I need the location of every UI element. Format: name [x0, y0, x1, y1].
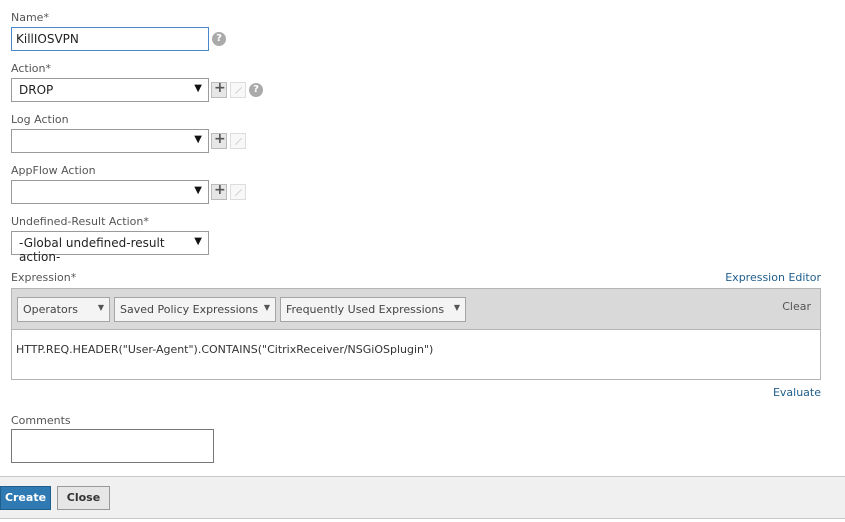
log-action-select[interactable]: ▼ [11, 129, 209, 153]
dropdown-arrow-icon: ▼ [194, 134, 202, 145]
undefined-result-select[interactable]: -Global undefined-result action- ▼ [11, 231, 209, 264]
action-select[interactable]: DROP ▼ [11, 78, 209, 102]
saved-policy-expressions-dropdown[interactable]: Saved Policy Expressions ▼ [114, 297, 276, 322]
dropdown-arrow-icon: ▼ [194, 83, 202, 94]
name-value: KillIOSVPN [16, 32, 79, 46]
operators-label: Operators [23, 303, 78, 316]
action-value: DROP [19, 83, 54, 97]
help-icon[interactable]: ? [249, 83, 263, 97]
help-icon[interactable]: ? [212, 32, 226, 46]
appflow-action-label: AppFlow Action [11, 164, 96, 177]
add-log-action-button[interactable] [211, 131, 227, 149]
footer-bar: Create Close [0, 476, 845, 519]
comments-input[interactable] [11, 429, 214, 463]
undefined-result-value: -Global undefined-result action- [19, 236, 165, 264]
expression-label: Expression* [11, 271, 77, 284]
expression-editor-link[interactable]: Expression Editor [725, 271, 821, 284]
undefined-result-label: Undefined-Result Action* [11, 215, 149, 228]
frequently-used-expressions-dropdown[interactable]: Frequently Used Expressions ▼ [280, 297, 466, 322]
appflow-action-select[interactable]: ▼ [11, 180, 209, 204]
dropdown-arrow-icon: ▼ [194, 236, 202, 247]
name-input[interactable]: KillIOSVPN [11, 27, 209, 51]
comments-label: Comments [11, 414, 71, 427]
edit-appflow-action-button[interactable] [230, 184, 246, 200]
edit-action-button[interactable] [230, 82, 246, 98]
saved-policy-label: Saved Policy Expressions [120, 303, 259, 316]
close-button[interactable]: Close [57, 486, 110, 510]
edit-log-action-button[interactable] [230, 133, 246, 149]
clear-button[interactable]: Clear [782, 300, 811, 313]
action-label: Action* [11, 62, 51, 75]
caret-down-icon: ▼ [263, 303, 270, 312]
frequent-expr-label: Frequently Used Expressions [286, 303, 445, 316]
name-label: Name* [11, 11, 49, 24]
operators-dropdown[interactable]: Operators ▼ [17, 297, 110, 322]
expression-text[interactable]: HTTP.REQ.HEADER("User-Agent").CONTAINS("… [16, 343, 433, 356]
evaluate-link[interactable]: Evaluate [773, 386, 821, 399]
caret-down-icon: ▼ [97, 303, 104, 312]
dropdown-arrow-icon: ▼ [194, 185, 202, 196]
add-action-button[interactable] [211, 80, 227, 98]
create-button[interactable]: Create [0, 486, 51, 510]
log-action-label: Log Action [11, 113, 69, 126]
add-appflow-action-button[interactable] [211, 182, 227, 200]
caret-down-icon: ▼ [453, 303, 460, 312]
